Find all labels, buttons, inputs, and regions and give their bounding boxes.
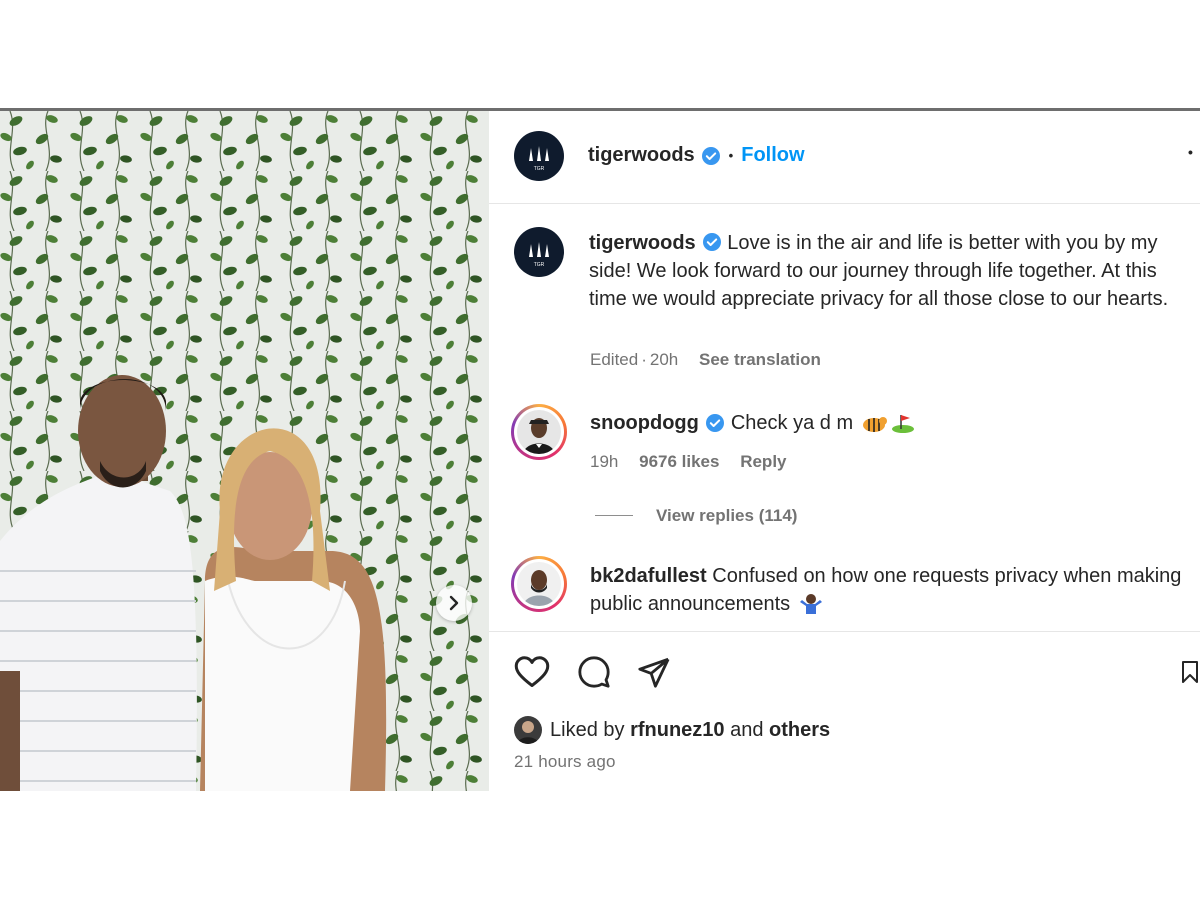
- comment-text: Check ya d m: [730, 412, 854, 434]
- meta-dot: ·: [641, 350, 647, 369]
- person-shrugging-emoji-icon: [800, 594, 823, 614]
- svg-text:TGR: TGR: [534, 166, 545, 172]
- see-translation-button[interactable]: See translation: [699, 350, 821, 369]
- golf-flag-emoji-icon: [892, 415, 915, 433]
- view-replies-button[interactable]: View replies (114): [656, 506, 797, 526]
- liker-avatar[interactable]: [514, 716, 542, 744]
- share-button[interactable]: [634, 652, 674, 692]
- post-timestamp[interactable]: 21 hours ago: [514, 752, 616, 772]
- comment-button[interactable]: [574, 652, 614, 692]
- caption-avatar[interactable]: TGR: [514, 227, 564, 277]
- caption: tigerwoods Love is in the air and life i…: [589, 229, 1189, 313]
- likes-summary: Liked by rfnunez10 and others: [550, 719, 830, 742]
- verified-badge-icon: [705, 414, 724, 432]
- verified-badge-icon: [701, 146, 720, 165]
- replies-line: [595, 515, 633, 516]
- next-photo-button[interactable]: [436, 585, 472, 621]
- commenter-avatar-snoopdogg[interactable]: [511, 404, 567, 460]
- follow-button[interactable]: Follow: [741, 144, 804, 167]
- author-avatar[interactable]: TGR: [514, 131, 564, 181]
- verified-badge-icon: [702, 233, 721, 251]
- snoopdogg-avatar-image: [517, 410, 561, 454]
- comment-icon: [578, 656, 610, 688]
- bk2dafullest-avatar-image: [517, 562, 561, 606]
- commenter-avatar-bk2dafullest[interactable]: [511, 556, 567, 612]
- comment-username[interactable]: bk2dafullest: [590, 565, 707, 587]
- more-options-button[interactable]: •: [1188, 144, 1193, 160]
- tgr-logo-icon: TGR: [529, 146, 549, 172]
- tiger-emoji-icon: [863, 417, 888, 432]
- like-button[interactable]: [512, 652, 552, 692]
- edited-label: Edited: [590, 350, 639, 369]
- comment-meta: 19h 9676 likes Reply: [590, 452, 787, 472]
- comment-row: bk2dafullest Confused on how one request…: [590, 562, 1190, 618]
- liked-by-others[interactable]: others: [769, 719, 830, 741]
- share-icon: [638, 657, 670, 688]
- header-divider: [489, 203, 1200, 204]
- liked-by-and: and: [730, 719, 764, 741]
- header-separator: •: [728, 148, 734, 163]
- post-header: tigerwoods • Follow: [588, 144, 805, 167]
- tgr-logo-icon: TGR: [529, 242, 549, 268]
- bookmark-icon: [1182, 661, 1198, 683]
- comments-divider: [489, 631, 1200, 632]
- comment-row: snoopdogg Check ya d m: [590, 409, 915, 437]
- heart-icon: [514, 656, 550, 687]
- liker-username[interactable]: rfnunez10: [630, 719, 724, 741]
- comment-time[interactable]: 19h: [590, 452, 618, 471]
- caption-time[interactable]: 20h: [650, 350, 678, 369]
- post-photo[interactable]: [0, 111, 489, 791]
- comment-likes[interactable]: 9676 likes: [639, 452, 719, 471]
- reply-button[interactable]: Reply: [740, 452, 786, 471]
- caption-username[interactable]: tigerwoods: [589, 232, 696, 254]
- chevron-right-icon: [449, 595, 459, 611]
- liked-by-prefix: Liked by: [550, 719, 625, 741]
- caption-meta: Edited · 20h See translation: [590, 350, 821, 370]
- rfnunez10-avatar-image: [514, 716, 542, 744]
- save-button[interactable]: [1180, 652, 1200, 692]
- svg-text:TGR: TGR: [534, 262, 545, 268]
- photo-illustration: [0, 111, 489, 791]
- author-username[interactable]: tigerwoods: [588, 144, 695, 167]
- comment-username[interactable]: snoopdogg: [590, 409, 699, 437]
